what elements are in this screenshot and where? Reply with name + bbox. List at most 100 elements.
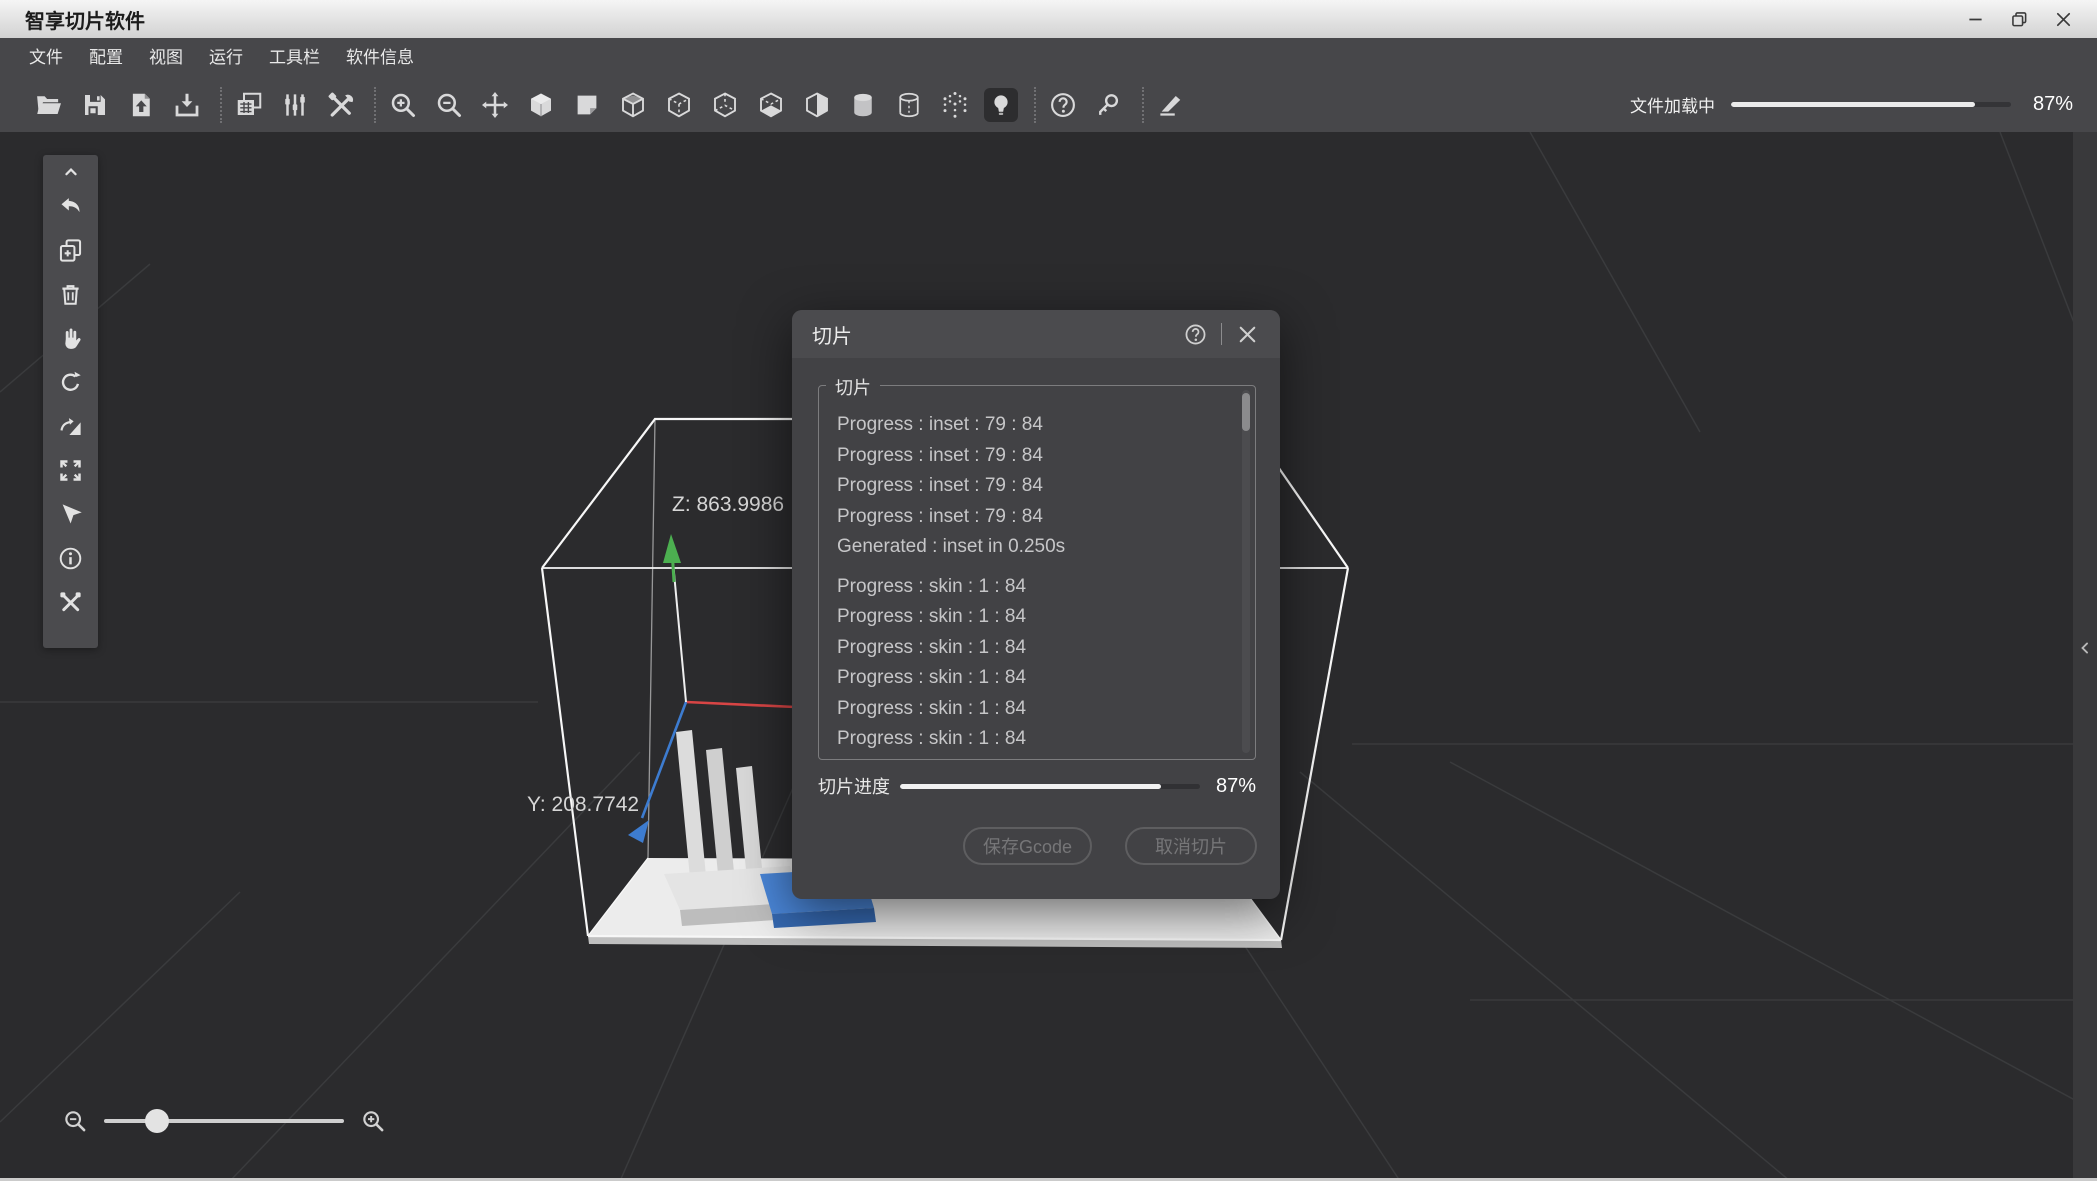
solid-cube-icon xyxy=(526,90,556,120)
zoom-in-icon[interactable] xyxy=(360,1108,386,1134)
dialog-close-icon[interactable] xyxy=(1235,322,1260,347)
menu-config[interactable]: 配置 xyxy=(76,38,136,77)
model-info-button[interactable] xyxy=(53,541,89,575)
view-cylinder-wire-button[interactable] xyxy=(892,88,926,122)
light-bulb-icon xyxy=(986,90,1016,120)
toolbar-separator xyxy=(1034,87,1036,123)
model-tool-panel xyxy=(43,155,98,648)
y-axis-label: Y: 208.7742 xyxy=(527,793,639,817)
slice-progressbar xyxy=(900,784,1200,789)
menu-file[interactable]: 文件 xyxy=(16,38,76,77)
hand-icon xyxy=(57,325,84,352)
menu-about[interactable]: 软件信息 xyxy=(333,38,427,77)
log-line: Progress : skin : 1 : 84 xyxy=(837,694,1229,725)
log-line: Progress : skin : 1 : 84 xyxy=(837,602,1229,633)
collapse-panel-button[interactable] xyxy=(53,161,89,183)
light-toggle-button[interactable] xyxy=(984,88,1018,122)
log-line: Progress : inset : 79 : 84 xyxy=(837,471,1229,502)
menu-view[interactable]: 视图 xyxy=(136,38,196,77)
license-key-button[interactable] xyxy=(1092,88,1126,122)
export-gcode-button[interactable] xyxy=(170,88,204,122)
save-gcode-button[interactable]: 保存Gcode xyxy=(963,827,1092,865)
dashed-cube-2-icon xyxy=(710,90,740,120)
zoom-out-button[interactable] xyxy=(432,88,466,122)
import-file-icon xyxy=(126,90,156,120)
view-wireframe-button[interactable] xyxy=(662,88,696,122)
slice-progress-row: 切片进度 87% xyxy=(818,772,1256,800)
view-bottom-face-button[interactable] xyxy=(754,88,788,122)
cancel-slice-button[interactable]: 取消切片 xyxy=(1125,827,1257,865)
file-loading-status: 文件加载中 87% xyxy=(1630,92,2097,117)
restore-icon xyxy=(2009,9,2030,30)
zoom-out-icon[interactable] xyxy=(62,1108,88,1134)
duplicate-plus-icon xyxy=(57,237,84,264)
log-scrollbar[interactable] xyxy=(1242,390,1250,753)
duplicate-button[interactable] xyxy=(53,233,89,267)
file-loading-progressbar xyxy=(1731,102,2011,107)
expand-panel-chevron-icon[interactable] xyxy=(2075,638,2095,658)
zoom-slider-handle[interactable] xyxy=(145,1109,169,1133)
view-open-box-button[interactable] xyxy=(616,88,650,122)
dashed-cube-icon xyxy=(664,90,694,120)
repair-button[interactable] xyxy=(53,585,89,619)
rotate-button[interactable] xyxy=(53,365,89,399)
machine-panel-button[interactable] xyxy=(232,88,266,122)
view-cylinder-button[interactable] xyxy=(846,88,880,122)
zoom-control xyxy=(62,1108,386,1134)
select-button[interactable] xyxy=(53,497,89,531)
pan-button[interactable] xyxy=(53,321,89,355)
save-icon xyxy=(80,90,110,120)
zoom-slider[interactable] xyxy=(104,1119,344,1123)
open-file-button[interactable] xyxy=(32,88,66,122)
zoom-in-button[interactable] xyxy=(386,88,420,122)
viewport-3d[interactable]: Z: 863.9986 Y: 208.7742 xyxy=(0,132,2097,1181)
close-button[interactable] xyxy=(2041,0,2085,38)
fit-view-button[interactable] xyxy=(53,453,89,487)
dialog-help-icon[interactable] xyxy=(1183,322,1208,347)
slice-progress-percent: 87% xyxy=(1214,775,1256,798)
titlebar[interactable]: 智享切片软件 xyxy=(0,0,2097,39)
menu-run[interactable]: 运行 xyxy=(196,38,256,77)
tools-button[interactable] xyxy=(324,88,358,122)
undo-arrow-icon xyxy=(57,193,84,220)
log-line: Generated : inset in 0.250s xyxy=(837,532,1229,563)
crossed-tools-icon xyxy=(57,589,84,616)
view-solid-button[interactable] xyxy=(524,88,558,122)
help-circle-icon xyxy=(1048,90,1078,120)
undo-button[interactable] xyxy=(53,189,89,223)
view-point-cloud-button[interactable] xyxy=(938,88,972,122)
panels-grid-icon xyxy=(234,90,264,120)
cube-bottom-face-icon xyxy=(756,90,786,120)
dialog-header[interactable]: 切片 xyxy=(792,310,1280,358)
export-download-icon xyxy=(172,90,202,120)
slice-log-group: Progress : inset : 79 : 84 Progress : in… xyxy=(818,385,1256,760)
view-cutaway-button[interactable] xyxy=(800,88,834,122)
slice-dialog: 切片 切片 Progress : inset : 79 : 84 Progres… xyxy=(792,310,1280,899)
file-loading-progress-fill xyxy=(1731,102,1975,107)
half-cube-icon xyxy=(802,90,832,120)
view-surface-button[interactable] xyxy=(570,88,604,122)
view-wireframe-2-button[interactable] xyxy=(708,88,742,122)
app-window: 智享切片软件 文件 配置 视图 运行 工具栏 软件信息 xyxy=(0,0,2097,1181)
import-model-button[interactable] xyxy=(124,88,158,122)
help-button[interactable] xyxy=(1046,88,1080,122)
slice-log-list[interactable]: Progress : inset : 79 : 84 Progress : in… xyxy=(819,386,1255,759)
restore-button[interactable] xyxy=(1997,0,2041,38)
file-loading-label: 文件加载中 xyxy=(1630,92,1715,117)
surface-sheet-icon xyxy=(572,90,602,120)
sliders-icon xyxy=(280,90,310,120)
log-line: Progress : skin : 1 : 84 xyxy=(837,633,1229,664)
minimize-button[interactable] xyxy=(1953,0,1997,38)
zoom-out-icon xyxy=(434,90,464,120)
delete-button[interactable] xyxy=(53,277,89,311)
move-view-button[interactable] xyxy=(478,88,512,122)
menu-toolbar[interactable]: 工具栏 xyxy=(256,38,333,77)
open-folder-icon xyxy=(34,90,64,120)
window-controls xyxy=(1953,0,2097,38)
log-scrollbar-thumb[interactable] xyxy=(1242,393,1250,431)
blade-button[interactable] xyxy=(1154,88,1188,122)
parameter-settings-button[interactable] xyxy=(278,88,312,122)
point-cloud-cube-icon xyxy=(940,90,970,120)
save-file-button[interactable] xyxy=(78,88,112,122)
mirror-button[interactable] xyxy=(53,409,89,443)
